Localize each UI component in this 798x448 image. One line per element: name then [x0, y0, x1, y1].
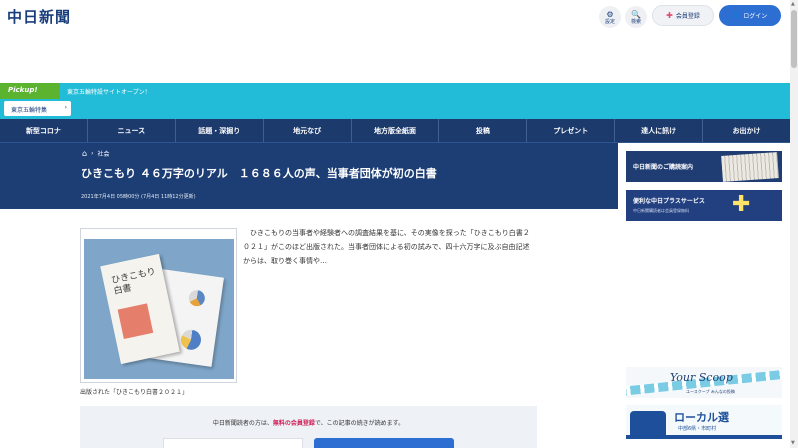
- login-label: ログイン: [743, 13, 768, 20]
- subscription-banner-title: 中日新聞のご購読案内: [633, 164, 694, 171]
- site-header: 中日新聞 ⚙ 設定 🔍 検索 ✚ 会員登録 👤 ログイン: [0, 0, 790, 34]
- local-election-banner[interactable]: ローカル選 中部6県・市町村: [626, 405, 782, 439]
- skyline-graphic: [626, 435, 782, 439]
- nav-item-regional-papers[interactable]: 地方版全紙面: [350, 119, 439, 142]
- member-register-label: 会員登録: [675, 13, 700, 20]
- tokyo-olympics-label: 東京五輪特集: [11, 107, 48, 114]
- paywall-prefix: 中日新聞読者の方は、: [212, 420, 273, 427]
- gear-icon: ⚙: [606, 9, 614, 19]
- site-logo[interactable]: 中日新聞: [7, 6, 71, 27]
- nav-item-corona[interactable]: 新型コロナ: [0, 119, 87, 142]
- settings-label: 設定: [604, 18, 615, 25]
- photo-image: ひきこもり 白書: [84, 239, 234, 379]
- settings-button[interactable]: ⚙ 設定: [599, 6, 621, 28]
- user-icon: 👤: [732, 12, 741, 19]
- paywall-message: 中日新聞読者の方は、無料の会員登録で、この記事の続きが読めます。: [80, 418, 537, 427]
- nav-item-topics[interactable]: 話題・深掘り: [174, 119, 263, 142]
- scroll-up-icon[interactable]: ▲: [791, 1, 795, 7]
- scrollbar-thumb[interactable]: [791, 10, 797, 68]
- nav-item-news[interactable]: ニュース: [86, 119, 175, 142]
- plus-service-sub: 中日新聞購読者は会員登録無料: [633, 208, 689, 213]
- main-nav: 新型コロナ ニュース 話題・深掘り 地元なび 地方版全紙面 投稿 プレゼント 達…: [0, 119, 790, 143]
- your-scoop-sub: ユースクープ みんなの投稿: [686, 389, 735, 394]
- pickup-bar: Pickup! 東京五輪特設サイトオープン！: [0, 83, 790, 99]
- chevron-right-icon: ›: [64, 104, 67, 111]
- pickup-link[interactable]: 東京五輪特設サイトオープン！: [67, 87, 151, 96]
- search-button[interactable]: 🔍 検索: [625, 6, 647, 28]
- book-band: [117, 303, 154, 340]
- page: 中日新聞 ⚙ 設定 🔍 検索 ✚ 会員登録 👤 ログイン Pickup! 東京五…: [0, 0, 798, 448]
- subscription-banner[interactable]: 中日新聞のご購読案内: [626, 151, 782, 182]
- newspaper-graphic: [721, 152, 779, 182]
- plus-service-title: 便利な中日プラスサービス: [633, 198, 705, 205]
- article-headline: ひきこもり ４６万字のリアル １６８６人の声、当事者団体が初の白書: [81, 167, 437, 180]
- pie-chart-graphic: [187, 289, 206, 308]
- book-cover-title: ひきこもり 白書: [111, 267, 160, 298]
- local-election-logo: ローカル選: [674, 411, 729, 424]
- paywall-login-button[interactable]: [163, 438, 303, 448]
- breadcrumb-society[interactable]: 社会: [97, 149, 109, 158]
- article-lead: ひきこもりの当事者や経験者への調査結果を基に、その実像を探った「ひきこもり白書２…: [243, 229, 530, 265]
- breadcrumb: ⌂ › 社会: [82, 149, 110, 158]
- plus-service-banner[interactable]: 便利な中日プラスサービス 中日新聞購読者は会員登録無料 ✚: [626, 190, 782, 221]
- plus-icon: ✚: [732, 192, 751, 217]
- nav-item-experts[interactable]: 達人に訊け: [614, 119, 702, 142]
- nav-item-submissions[interactable]: 投稿: [438, 119, 526, 142]
- member-register-button[interactable]: ✚ 会員登録: [652, 5, 714, 26]
- paywall-suffix: で、この記事の続きが読めます。: [314, 420, 405, 427]
- free-register-link[interactable]: 無料の会員登録: [273, 420, 315, 427]
- pickup-tag: Pickup!: [0, 83, 60, 99]
- breadcrumb-separator: ›: [91, 150, 94, 157]
- login-button[interactable]: 👤 ログイン: [719, 5, 781, 26]
- paywall-register-button[interactable]: [314, 438, 454, 448]
- bus-graphic: [630, 411, 666, 435]
- article-dateline: 2021年7月4日 05時00分 (7月4日 11時12分更新): [81, 194, 196, 200]
- your-scoop-logo: Your Scoop: [670, 371, 733, 384]
- pickup-strip: 東京五輪特集 ›: [0, 99, 790, 119]
- paywall-box: 中日新聞読者の方は、無料の会員登録で、この記事の続きが読めます。: [80, 406, 537, 448]
- local-election-sub: 中部6県・市町村: [678, 426, 717, 432]
- search-icon: 🔍: [631, 9, 641, 19]
- home-icon[interactable]: ⌂: [82, 149, 87, 158]
- article-photo[interactable]: ひきこもり 白書: [80, 228, 237, 383]
- tokyo-olympics-button[interactable]: 東京五輪特集 ›: [4, 101, 71, 116]
- nav-item-presents[interactable]: プレゼント: [526, 119, 614, 142]
- page-scrollbar[interactable]: ▲ ▼: [790, 0, 798, 448]
- search-label: 検索: [630, 18, 641, 25]
- scroll-down-icon[interactable]: ▼: [791, 440, 795, 446]
- pie-chart-graphic: [179, 328, 203, 352]
- article-header: ⌂ › 社会 ひきこもり ４６万字のリアル １６８６人の声、当事者団体が初の白書…: [0, 143, 618, 209]
- photo-caption: 出版された「ひきこもり白書２０２１」: [80, 389, 189, 396]
- nav-item-local[interactable]: 地元なび: [262, 119, 351, 142]
- plus-icon: ✚: [666, 11, 673, 20]
- your-scoop-banner[interactable]: Your Scoop ユースクープ みんなの投稿: [626, 367, 782, 398]
- nav-item-outings[interactable]: お出かけ: [702, 119, 790, 142]
